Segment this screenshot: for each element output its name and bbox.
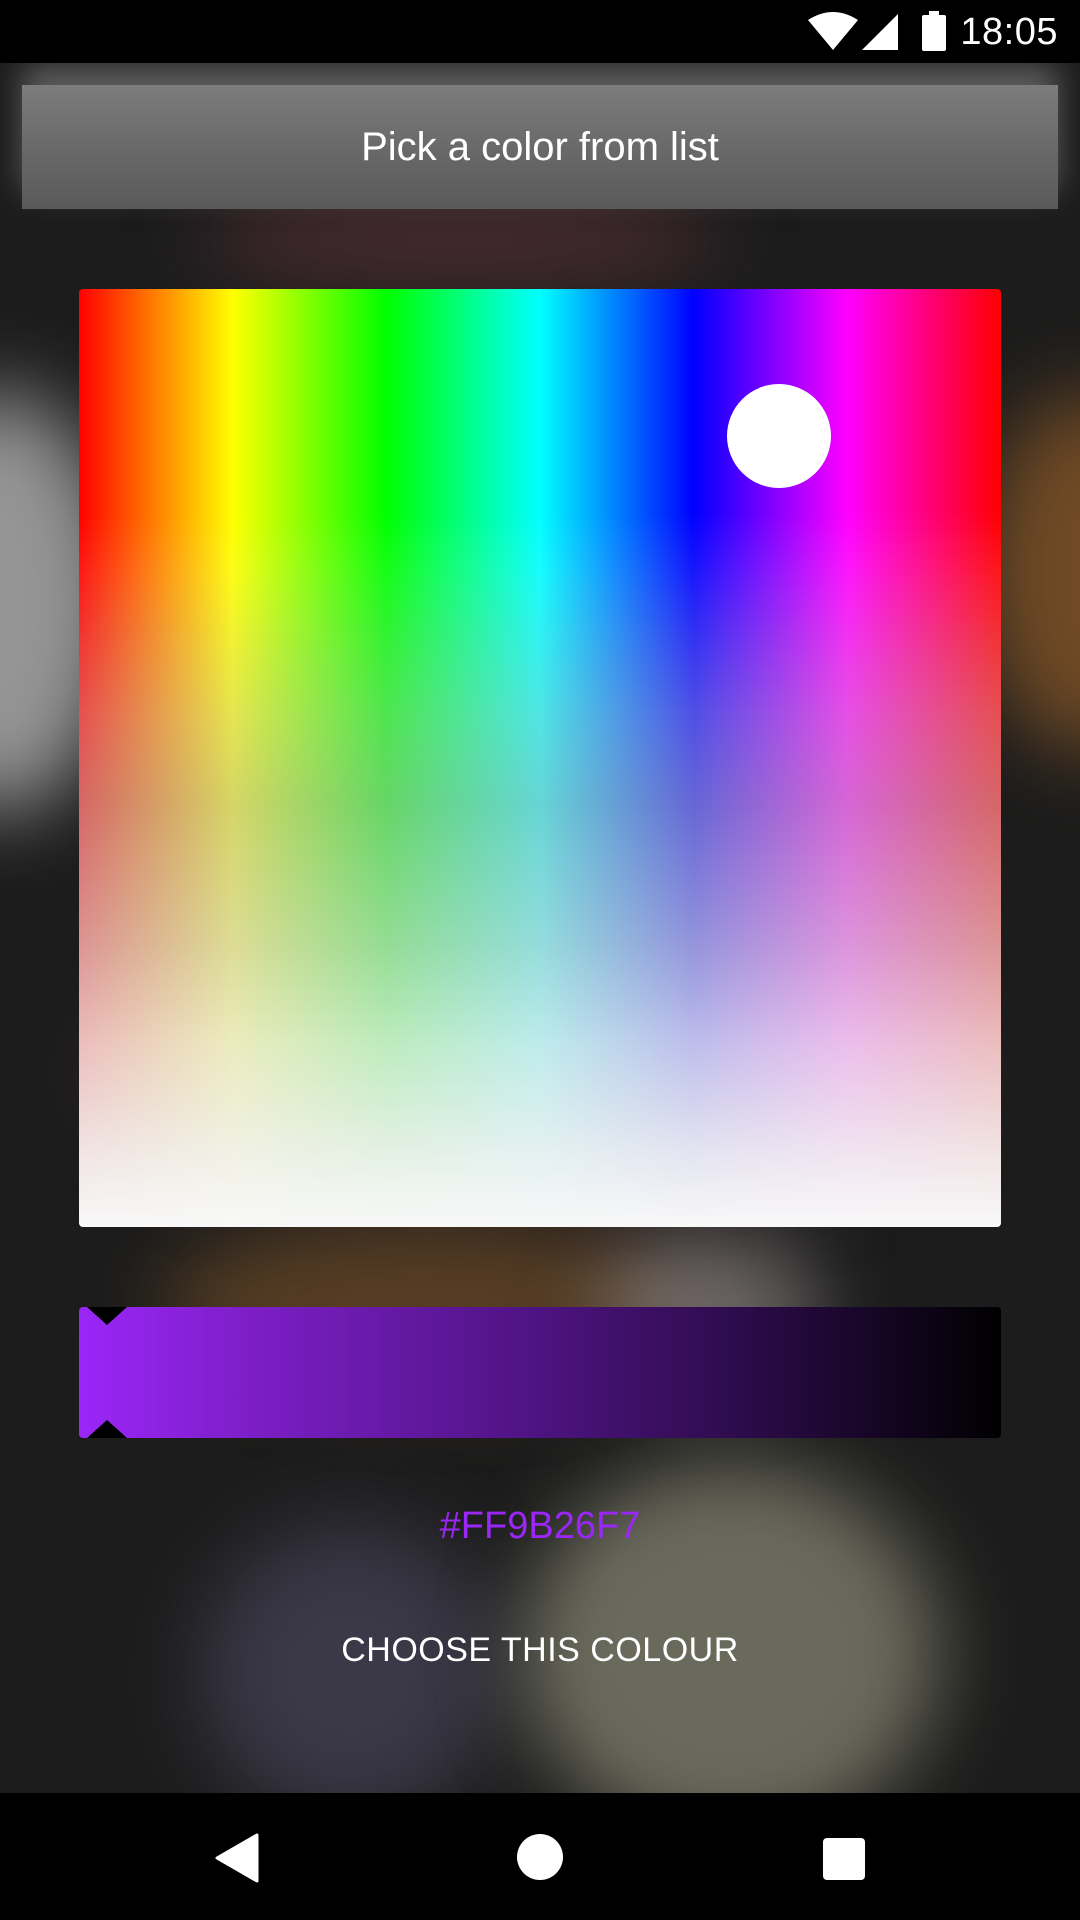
wifi-icon xyxy=(808,12,858,57)
dialog-title: Pick a color from list xyxy=(361,124,719,169)
hex-color-value: #FF9B26F7 xyxy=(439,1505,641,1547)
status-bar: 18:05 xyxy=(0,0,1080,63)
back-icon[interactable] xyxy=(215,1833,259,1888)
recents-icon[interactable] xyxy=(822,1837,866,1886)
home-icon[interactable] xyxy=(516,1833,564,1886)
brightness-slider[interactable] xyxy=(79,1307,1001,1438)
status-time: 18:05 xyxy=(960,11,1058,53)
shade-overlay xyxy=(79,289,1001,1227)
slider-handle-bottom-icon[interactable] xyxy=(87,1420,127,1438)
battery-icon xyxy=(922,11,946,56)
dialog-title-bar: Pick a color from list xyxy=(22,85,1058,209)
choose-colour-button[interactable]: CHOOSE THIS COLOUR xyxy=(290,1610,790,1690)
navigation-bar xyxy=(0,1793,1080,1920)
cell-signal-icon xyxy=(862,14,898,55)
color-selector-knob[interactable] xyxy=(727,384,831,488)
slider-handle-top-icon[interactable] xyxy=(87,1307,127,1325)
screen: 18:05 Pick a color from list #FF9B26F7 C… xyxy=(0,0,1080,1920)
color-picker-square[interactable] xyxy=(79,289,1001,1227)
